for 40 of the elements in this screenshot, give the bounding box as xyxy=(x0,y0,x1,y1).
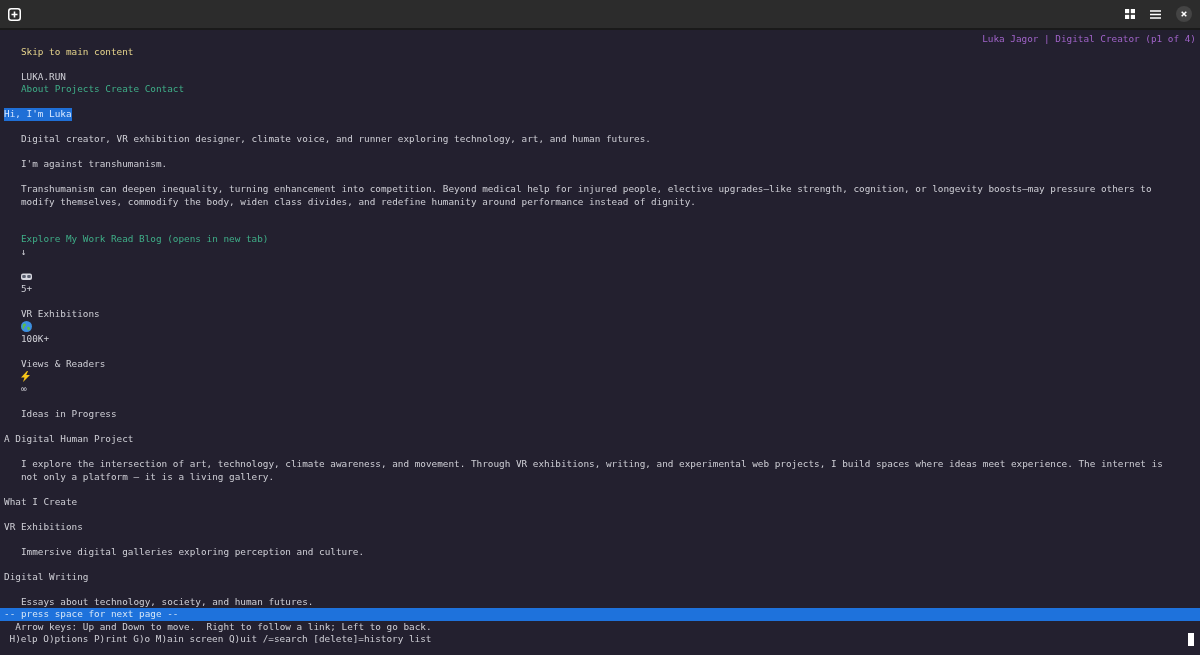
text-line: Digital creator, VR exhibition designer, climate voice, and runner exploring technology, art, and human futures. xyxy=(20,133,651,146)
text-line: LUKA.RUN xyxy=(20,70,66,83)
menu-icon[interactable] xyxy=(1150,9,1161,19)
text-line: 5+ xyxy=(20,283,33,296)
heading: What I Create xyxy=(4,495,78,508)
pager-prompt: -- press space for next page -- xyxy=(4,608,179,621)
text-line: Ideas in Progress xyxy=(20,408,117,421)
text-line: I'm against transhumanism. xyxy=(20,158,168,171)
command-help: H)elp O)ptions P)rint G)o M)ain screen Q)uit /=search [delete]=history list xyxy=(9,633,432,646)
text-line: 100K+ xyxy=(20,333,50,346)
text-line: modify themselves, commodify the body, widen class divides, and redefine humanity around performance instead of dignity. xyxy=(20,195,696,208)
text-line: ∞ xyxy=(20,383,27,396)
text-line: VR Exhibitions xyxy=(20,308,100,321)
text-line: Essays about technology, society, and human futures. xyxy=(20,595,314,608)
page-title: Luka Jagor | Digital Creator (p1 of 4) xyxy=(982,33,1196,46)
text-cursor xyxy=(1188,633,1194,646)
lightning-icon xyxy=(20,371,30,383)
link[interactable]: Skip to main content xyxy=(20,45,134,58)
text-line: Views & Readers xyxy=(20,358,106,371)
vr-goggles-icon xyxy=(20,272,32,281)
heading: Hi, I'm Luka xyxy=(4,108,72,121)
key-hint: Arrow keys: Up and Down to move. Right to follow a link; Left to go back. xyxy=(15,620,432,633)
new-tab-icon[interactable] xyxy=(8,7,21,21)
text-line: not only a platform — it is a living gallery. xyxy=(20,470,275,483)
globe-icon xyxy=(20,321,32,333)
link[interactable]: Explore My Work xyxy=(20,233,106,246)
link[interactable]: Projects xyxy=(54,83,100,96)
text-line: ↓ xyxy=(20,245,27,258)
grid-icon[interactable] xyxy=(1125,9,1135,19)
text-line: Transhumanism can deepen inequality, turning enhancement into competition. Beyond medical help for injured people, elective upgrades—like strength, cognition, or longevity boosts—may pressure others to xyxy=(20,183,1152,196)
heading: A Digital Human Project xyxy=(4,433,134,446)
text-line: Immersive digital galleries exploring perception and culture. xyxy=(20,545,365,558)
link[interactable]: Read Blog (opens in new tab) xyxy=(110,233,269,246)
close-icon[interactable] xyxy=(1176,6,1192,22)
heading: Digital Writing xyxy=(4,570,89,583)
link[interactable]: Create xyxy=(105,83,140,96)
text-line: I explore the intersection of art, technology, climate awareness, and movement. Through VR exhibitions, writing, and experimental web projects, I build spaces where ideas meet experience. The internet is xyxy=(20,458,1163,471)
link[interactable]: About xyxy=(20,83,50,96)
link[interactable]: Contact xyxy=(144,83,185,96)
heading: VR Exhibitions xyxy=(4,520,83,533)
